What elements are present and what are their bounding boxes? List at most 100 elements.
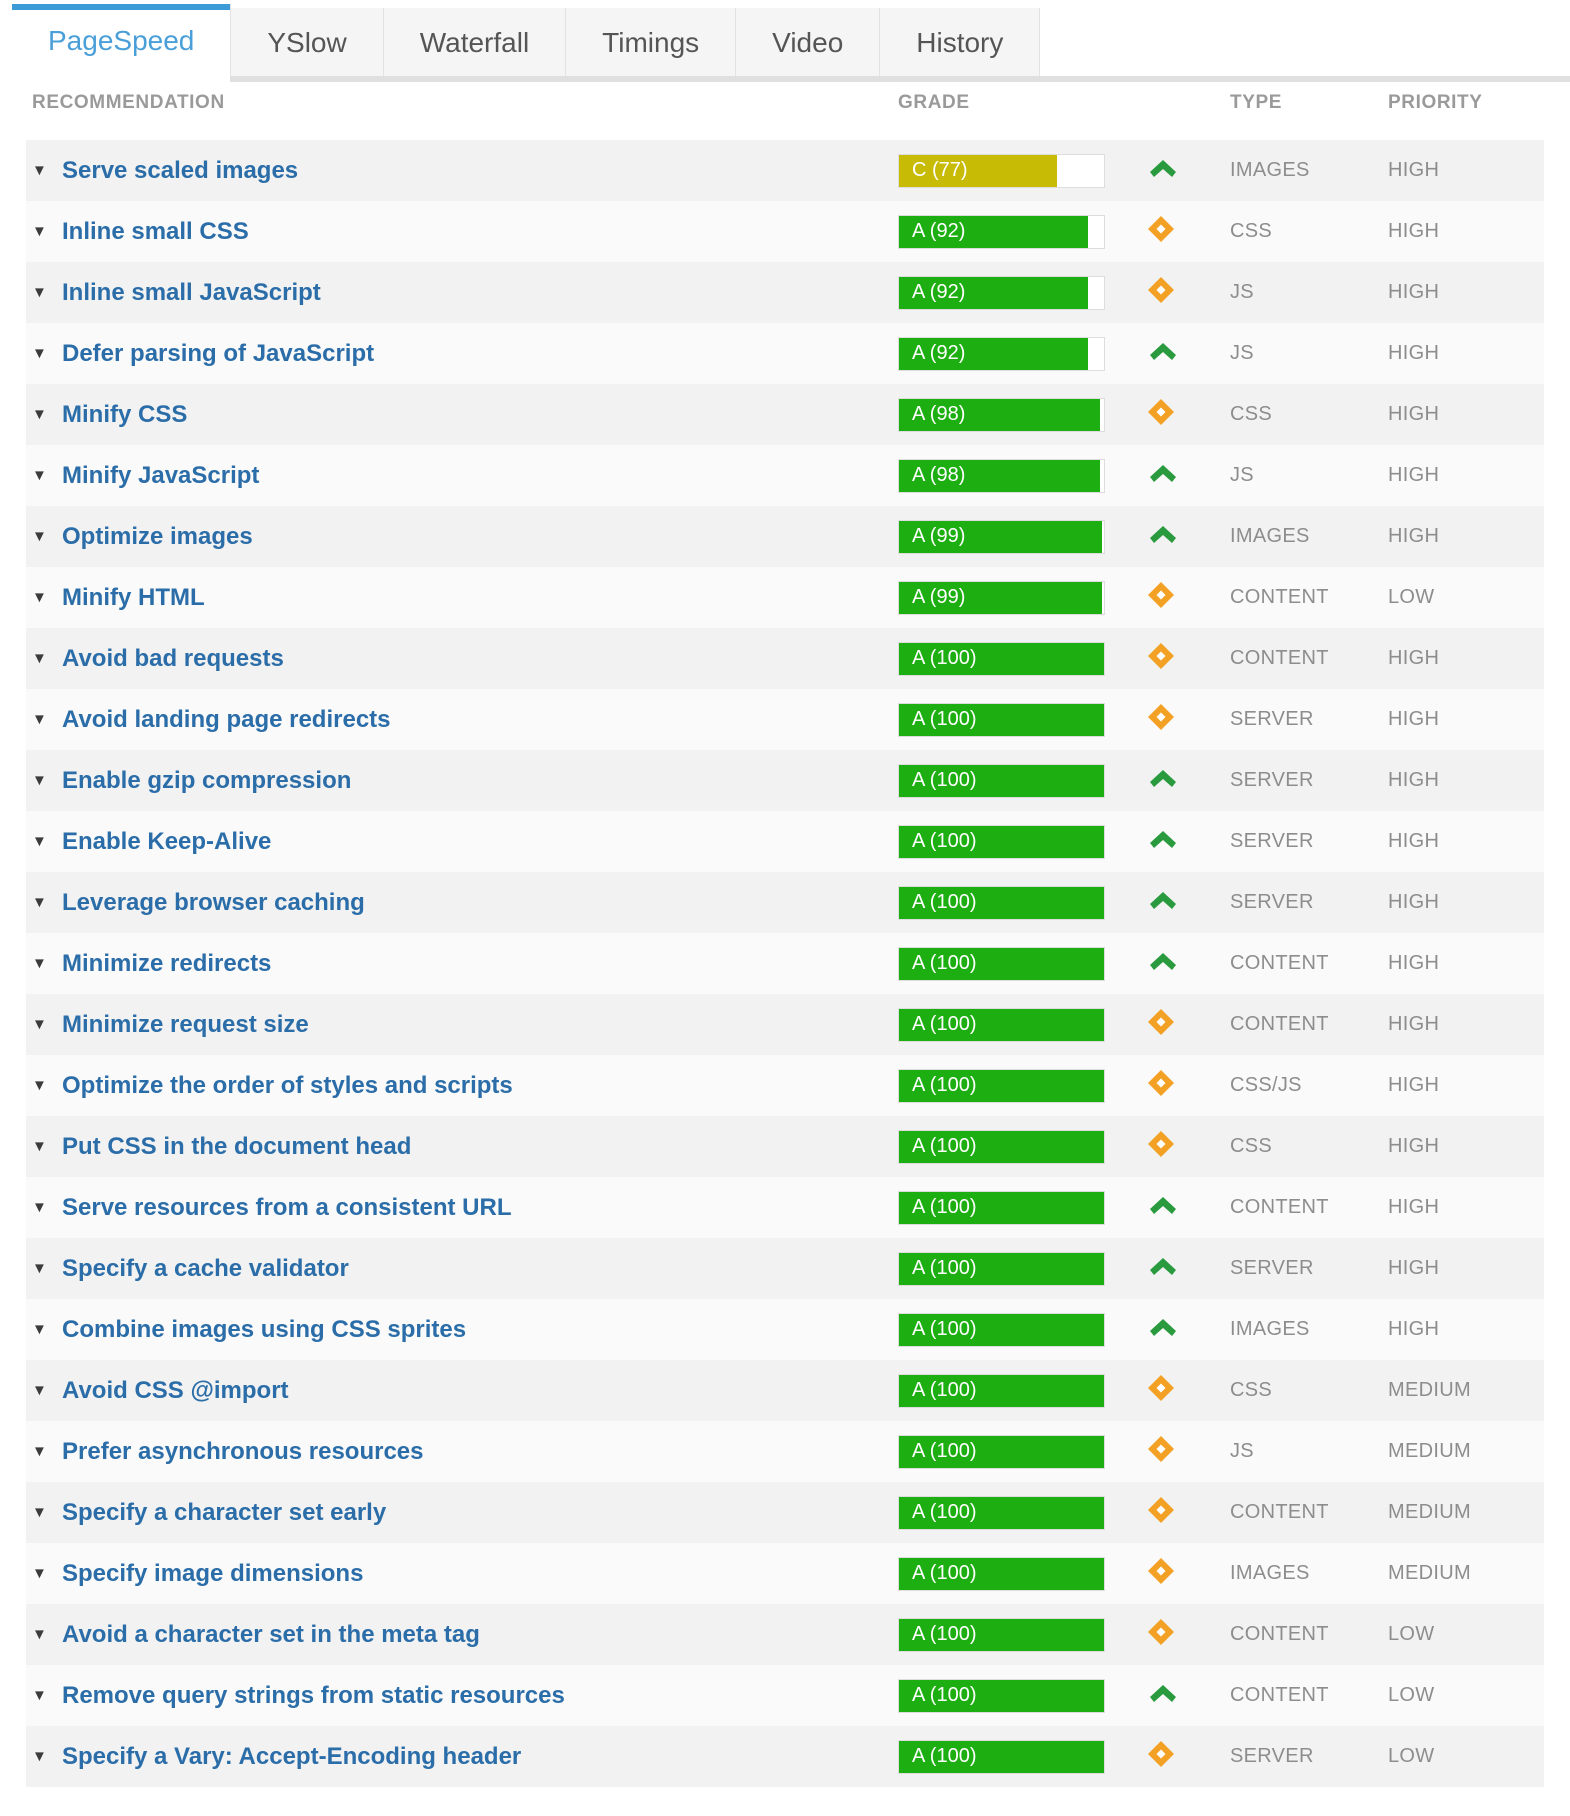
recommendation-link[interactable]: Specify a character set early bbox=[62, 1499, 386, 1527]
expand-triangle-icon[interactable]: ▼ bbox=[32, 1505, 48, 1520]
tab-video[interactable]: Video bbox=[736, 8, 881, 78]
recommendation-link[interactable]: Minimize redirects bbox=[62, 950, 271, 978]
recommendation-link[interactable]: Inline small CSS bbox=[62, 218, 249, 246]
tab-waterfall[interactable]: Waterfall bbox=[383, 8, 567, 78]
priority-cell: HIGH bbox=[1388, 1074, 1440, 1096]
expand-triangle-icon[interactable]: ▼ bbox=[32, 1383, 48, 1398]
recommendation-link[interactable]: Inline small JavaScript bbox=[62, 279, 321, 307]
expand-triangle-icon[interactable]: ▼ bbox=[32, 407, 48, 422]
expand-triangle-icon[interactable]: ▼ bbox=[32, 834, 48, 849]
table-row[interactable]: ▼ Minimize redirects A (100) CONTENT HIGH bbox=[26, 933, 1544, 994]
recommendation-link[interactable]: Combine images using CSS sprites bbox=[62, 1316, 466, 1344]
expand-triangle-icon[interactable]: ▼ bbox=[32, 590, 48, 605]
expand-triangle-icon[interactable]: ▼ bbox=[32, 1017, 48, 1032]
column-header-type[interactable]: TYPE bbox=[1224, 82, 1382, 140]
expand-triangle-icon[interactable]: ▼ bbox=[32, 1322, 48, 1337]
table-row[interactable]: ▼ Prefer asynchronous resources A (100) JS M… bbox=[26, 1421, 1544, 1482]
priority-cell: LOW bbox=[1388, 1684, 1435, 1706]
table-row[interactable]: ▼ Remove query strings from static resour… bbox=[26, 1665, 1544, 1726]
table-row[interactable]: ▼ Specify a Vary: Accept-Encoding header A… bbox=[26, 1726, 1544, 1787]
table-row[interactable]: ▼ Avoid CSS @import A (100) CSS MEDIUM bbox=[26, 1360, 1544, 1421]
table-row[interactable]: ▼ Combine images using CSS sprites A (100)… bbox=[26, 1299, 1544, 1360]
expand-triangle-icon[interactable]: ▼ bbox=[32, 529, 48, 544]
table-row[interactable]: ▼ Specify a character set early A (100) CON… bbox=[26, 1482, 1544, 1543]
expand-triangle-icon[interactable]: ▼ bbox=[32, 895, 48, 910]
expand-triangle-icon[interactable]: ▼ bbox=[32, 1139, 48, 1154]
table-row[interactable]: ▼ Serve resources from a consistent URL A … bbox=[26, 1177, 1544, 1238]
table-row[interactable]: ▼ Put CSS in the document head A (100) CSS H… bbox=[26, 1116, 1544, 1177]
table-row[interactable]: ▼ Specify image dimensions A (100) IMAGES ME… bbox=[26, 1543, 1544, 1604]
recommendation-link[interactable]: Specify a cache validator bbox=[62, 1255, 349, 1283]
column-header-priority[interactable]: PRIORITY bbox=[1382, 82, 1544, 140]
expand-triangle-icon[interactable]: ▼ bbox=[32, 346, 48, 361]
expand-triangle-icon[interactable]: ▼ bbox=[32, 468, 48, 483]
table-row[interactable]: ▼ Inline small CSS A (92) CSS HIGH bbox=[26, 201, 1544, 262]
recommendation-cell: ▼ Optimize the order of styles and script… bbox=[26, 1055, 888, 1116]
table-row[interactable]: ▼ Minify JavaScript A (98) JS HIGH bbox=[26, 445, 1544, 506]
column-header-grade[interactable]: GRADE bbox=[888, 82, 1136, 140]
expand-triangle-icon[interactable]: ▼ bbox=[32, 1688, 48, 1703]
table-row[interactable]: ▼ Minimize request size A (100) CONTENT HIGH bbox=[26, 994, 1544, 1055]
table-row[interactable]: ▼ Specify a cache validator A (100) SERVER H… bbox=[26, 1238, 1544, 1299]
recommendation-link[interactable]: Remove query strings from static resourc… bbox=[62, 1682, 565, 1710]
table-row[interactable]: ▼ Serve scaled images C (77) IMAGES HIGH bbox=[26, 140, 1544, 201]
table-body: ▼ Serve scaled images C (77) IMAGES HIGH ▼ Inl… bbox=[26, 140, 1544, 1787]
recommendation-link[interactable]: Put CSS in the document head bbox=[62, 1133, 411, 1161]
table-row[interactable]: ▼ Enable Keep-Alive A (100) SERVER HIGH bbox=[26, 811, 1544, 872]
tab-yslow[interactable]: YSlow bbox=[231, 8, 384, 78]
table-row[interactable]: ▼ Avoid bad requests A (100) CONTENT HIGH bbox=[26, 628, 1544, 689]
column-header-recommendation[interactable]: RECOMMENDATION bbox=[26, 82, 888, 140]
recommendation-link[interactable]: Avoid bad requests bbox=[62, 645, 284, 673]
expand-triangle-icon[interactable]: ▼ bbox=[32, 1261, 48, 1276]
recommendation-link[interactable]: Enable Keep-Alive bbox=[62, 828, 271, 856]
expand-triangle-icon[interactable]: ▼ bbox=[32, 1078, 48, 1093]
table-row[interactable]: ▼ Avoid landing page redirects A (100) SERV… bbox=[26, 689, 1544, 750]
expand-triangle-icon[interactable]: ▼ bbox=[32, 1444, 48, 1459]
table-row[interactable]: ▼ Leverage browser caching A (100) SERVER HI… bbox=[26, 872, 1544, 933]
type-cell: JS bbox=[1230, 1440, 1254, 1462]
table-row[interactable]: ▼ Inline small JavaScript A (92) JS HIGH bbox=[26, 262, 1544, 323]
recommendation-link[interactable]: Specify image dimensions bbox=[62, 1560, 363, 1588]
recommendation-link[interactable]: Leverage browser caching bbox=[62, 889, 365, 917]
grade-bar: A (100) bbox=[898, 1129, 1105, 1164]
table-row[interactable]: ▼ Minify CSS A (98) CSS HIGH bbox=[26, 384, 1544, 445]
recommendation-link[interactable]: Serve scaled images bbox=[62, 157, 298, 185]
table-row[interactable]: ▼ Avoid a character set in the meta tag A … bbox=[26, 1604, 1544, 1665]
trend-cell bbox=[1136, 628, 1224, 689]
table-row[interactable]: ▼ Defer parsing of JavaScript A (92) JS HIGH bbox=[26, 323, 1544, 384]
tab-history[interactable]: History bbox=[880, 8, 1041, 78]
recommendation-link[interactable]: Optimize images bbox=[62, 523, 253, 551]
expand-triangle-icon[interactable]: ▼ bbox=[32, 224, 48, 239]
recommendation-link[interactable]: Minify HTML bbox=[62, 584, 205, 612]
expand-triangle-icon[interactable]: ▼ bbox=[32, 163, 48, 178]
recommendation-link[interactable]: Avoid a character set in the meta tag bbox=[62, 1621, 480, 1649]
recommendation-link[interactable]: Optimize the order of styles and scripts bbox=[62, 1072, 513, 1100]
expand-triangle-icon[interactable]: ▼ bbox=[32, 1749, 48, 1764]
expand-triangle-icon[interactable]: ▼ bbox=[32, 956, 48, 971]
table-row[interactable]: ▼ Enable gzip compression A (100) SERVER HIG… bbox=[26, 750, 1544, 811]
expand-triangle-icon[interactable]: ▼ bbox=[32, 651, 48, 666]
recommendation-link[interactable]: Enable gzip compression bbox=[62, 767, 351, 795]
expand-triangle-icon[interactable]: ▼ bbox=[32, 1566, 48, 1581]
recommendation-link[interactable]: Minimize request size bbox=[62, 1011, 309, 1039]
grade-label: A (92) bbox=[912, 220, 966, 242]
recommendation-link[interactable]: Avoid CSS @import bbox=[62, 1377, 289, 1405]
tab-pagespeed[interactable]: PageSpeed bbox=[12, 4, 232, 78]
table-row[interactable]: ▼ Optimize images A (99) IMAGES HIGH bbox=[26, 506, 1544, 567]
expand-triangle-icon[interactable]: ▼ bbox=[32, 712, 48, 727]
recommendation-link[interactable]: Defer parsing of JavaScript bbox=[62, 340, 374, 368]
expand-triangle-icon[interactable]: ▼ bbox=[32, 1200, 48, 1215]
expand-triangle-icon[interactable]: ▼ bbox=[32, 285, 48, 300]
recommendation-link[interactable]: Avoid landing page redirects bbox=[62, 706, 391, 734]
recommendation-link[interactable]: Minify JavaScript bbox=[62, 462, 259, 490]
table-row[interactable]: ▼ Minify HTML A (99) CONTENT LOW bbox=[26, 567, 1544, 628]
expand-triangle-icon[interactable]: ▼ bbox=[32, 773, 48, 788]
tab-timings[interactable]: Timings bbox=[566, 8, 737, 78]
recommendation-link[interactable]: Prefer asynchronous resources bbox=[62, 1438, 424, 1466]
recommendation-link[interactable]: Serve resources from a consistent URL bbox=[62, 1194, 512, 1222]
expand-triangle-icon[interactable]: ▼ bbox=[32, 1627, 48, 1642]
grade-bar: A (100) bbox=[898, 1312, 1105, 1347]
table-row[interactable]: ▼ Optimize the order of styles and script… bbox=[26, 1055, 1544, 1116]
recommendation-link[interactable]: Specify a Vary: Accept-Encoding header bbox=[62, 1743, 521, 1771]
recommendation-link[interactable]: Minify CSS bbox=[62, 401, 187, 429]
